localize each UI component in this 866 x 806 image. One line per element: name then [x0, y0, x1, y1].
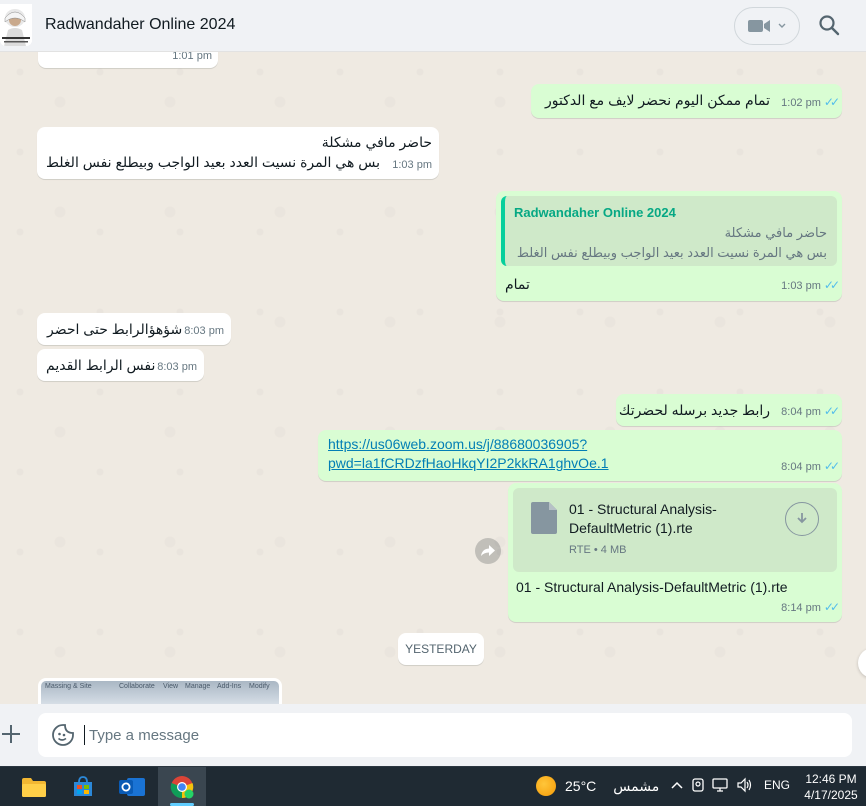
message-outgoing[interactable]: رابط جديد برسله لحضرتك 8:04 pm ✓✓ [616, 394, 842, 426]
read-ticks-icon: ✓✓ [823, 95, 840, 109]
read-ticks-icon: ✓✓ [823, 278, 840, 292]
weather-widget[interactable]: 25°C مشمس [536, 776, 659, 796]
message-time: 1:01 pm [172, 52, 212, 62]
chrome-icon [170, 776, 194, 799]
message-text: رابط جديد برسله لحضرتك [618, 402, 770, 418]
outlook-icon [119, 778, 145, 796]
message-text-line: حاضر مافي مشكلة [321, 134, 432, 150]
message-outgoing-file[interactable]: 01 - Structural Analysis-DefaultMetric (… [508, 483, 842, 622]
folder-icon [22, 778, 46, 797]
message-time: 1:03 pm ✓✓ [781, 278, 840, 292]
message-list[interactable]: 1:01 pm تمام ممكن اليوم نحضر لايف مع الد… [0, 52, 866, 704]
image-message[interactable]: Massing & Site Collaborate View Manage A… [38, 678, 282, 704]
message-time: 8:14 pm ✓✓ [781, 600, 840, 614]
composer [0, 704, 866, 766]
image-label: Manage [185, 683, 211, 690]
file-meta: RTE • 4 MB [569, 544, 627, 556]
language-indicator[interactable]: ENG [764, 778, 790, 792]
search-button[interactable] [818, 14, 840, 36]
message-incoming[interactable]: نفس الرابط القديم 8:03 pm [37, 349, 204, 381]
chat-title[interactable]: Radwandaher Online 2024 [45, 16, 235, 34]
taskbar-clock[interactable]: 12:46 PM 4/17/2025 [800, 771, 862, 803]
microsoft-store-button[interactable] [59, 767, 107, 806]
read-ticks-icon: ✓✓ [823, 459, 840, 473]
system-tray: ENG [670, 777, 790, 793]
message-outgoing[interactable]: تمام ممكن اليوم نحضر لايف مع الدكتور 1:0… [531, 84, 842, 118]
message-text: تمام ممكن اليوم نحضر لايف مع الدكتور [544, 92, 770, 108]
message-input-box[interactable] [38, 713, 852, 757]
file-caption: 01 - Structural Analysis-DefaultMetric (… [516, 579, 788, 595]
read-ticks-icon: ✓✓ [823, 600, 840, 614]
message-text: تمام [505, 276, 530, 292]
scroll-to-bottom-button[interactable] [858, 648, 866, 678]
chevron-up-icon[interactable] [670, 780, 684, 790]
file-explorer-button[interactable] [10, 767, 58, 806]
chevron-down-icon [778, 23, 786, 28]
network-icon[interactable] [712, 777, 730, 793]
forward-icon [481, 545, 495, 556]
image-preview: Massing & Site Collaborate View Manage A… [41, 681, 279, 704]
message-partial[interactable]: 1:01 pm [38, 52, 218, 68]
clock-date: 4/17/2025 [804, 788, 858, 802]
video-camera-icon [748, 20, 770, 32]
document-icon [531, 502, 557, 534]
chat-header: Radwandaher Online 2024 [0, 0, 866, 52]
weather-temp: 25°C [565, 778, 597, 794]
message-text: نفس الرابط القديم [46, 357, 156, 373]
image-label: Collaborate [119, 683, 155, 690]
contact-avatar[interactable] [0, 4, 32, 46]
quoted-text-line: بس هي المرة نسيت العدد بعيد الواجب وبيطل… [516, 245, 827, 260]
clock-time: 12:46 PM [805, 772, 857, 786]
download-button[interactable] [785, 502, 819, 536]
message-text: شؤهؤالرابط حتى احضر [47, 321, 183, 337]
image-label: View [163, 683, 179, 690]
message-input[interactable] [84, 725, 824, 745]
zoom-link-line2[interactable]: pwd=la1fCRDzfHaoHkqYI2P2kkRA1ghvOe.1 [328, 454, 609, 473]
search-icon [819, 15, 840, 36]
message-time: 8:03 pm [157, 361, 197, 373]
image-label: Add-Ins [217, 683, 242, 690]
outlook-button[interactable] [108, 767, 156, 806]
message-incoming[interactable]: شؤهؤالرابط حتى احضر 8:03 pm [37, 313, 231, 345]
message-time: 8:03 pm [184, 325, 224, 337]
file-attachment[interactable]: 01 - Structural Analysis-DefaultMetric (… [513, 488, 837, 572]
chrome-whatsapp-button[interactable] [158, 767, 206, 806]
sticker-icon[interactable] [52, 724, 74, 746]
message-text-line: بس هي المرة نسيت العدد بعيد الواجب وبيطل… [46, 154, 380, 170]
weather-desc: مشمس [613, 777, 660, 794]
quoted-author: Radwandaher Online 2024 [514, 205, 676, 220]
message-time: 1:02 pm ✓✓ [781, 95, 840, 109]
plus-icon [2, 725, 20, 743]
store-icon [74, 776, 92, 796]
date-divider: YESTERDAY [398, 633, 484, 665]
attach-button[interactable] [0, 723, 22, 745]
forward-button[interactable] [475, 538, 501, 564]
read-ticks-icon: ✓✓ [823, 404, 840, 418]
quoted-message[interactable]: Radwandaher Online 2024 حاضر مافي مشكلة … [501, 196, 837, 266]
message-outgoing-link[interactable]: https://us06web.zoom.us/j/88680036905? p… [318, 430, 842, 481]
file-name: 01 - Structural Analysis-DefaultMetric (… [569, 501, 717, 536]
message-time: 1:03 pm [392, 159, 432, 171]
video-call-button[interactable] [734, 7, 800, 45]
download-icon [797, 513, 807, 524]
message-time: 8:04 pm ✓✓ [781, 459, 840, 473]
zoom-link-line1[interactable]: https://us06web.zoom.us/j/88680036905? [328, 435, 587, 454]
message-outgoing-reply[interactable]: Radwandaher Online 2024 حاضر مافي مشكلة … [496, 191, 842, 301]
image-label: Massing & Site [45, 683, 92, 690]
sun-icon [536, 776, 556, 796]
message-incoming[interactable]: حاضر مافي مشكلة بس هي المرة نسيت العدد ب… [37, 127, 439, 179]
meet-icon[interactable] [690, 777, 706, 793]
message-time: 8:04 pm ✓✓ [781, 404, 840, 418]
volume-icon[interactable] [736, 777, 754, 793]
quoted-text-line: حاضر مافي مشكلة [724, 225, 827, 240]
image-label: Modify [249, 683, 270, 690]
windows-taskbar: 25°C مشمس ENG 12:46 PM 4/17/2025 [0, 766, 866, 806]
